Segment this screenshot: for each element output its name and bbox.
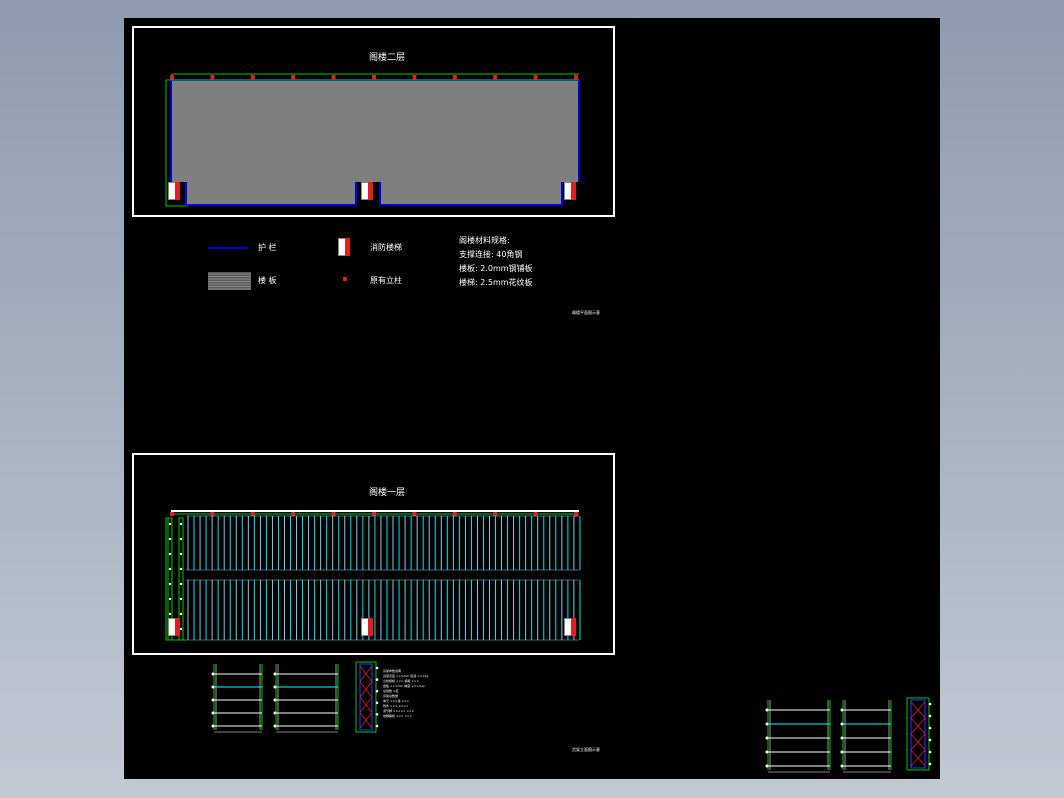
walkway-marker xyxy=(179,567,183,571)
rack-side-view-right-frame xyxy=(906,697,930,771)
column-marker xyxy=(210,75,215,80)
legend-stairs-icon xyxy=(338,238,350,256)
walkway-marker xyxy=(168,597,172,601)
rack-elevation-b-node xyxy=(273,724,277,728)
rack-elevation-b-node xyxy=(273,698,277,702)
materials-line: 楼板: 2.0mm钢铺板 xyxy=(459,264,533,273)
column-marker xyxy=(331,512,336,516)
rack-side-view-right-node xyxy=(928,726,932,730)
column-marker xyxy=(170,75,174,80)
rack-elevation-a-node xyxy=(211,711,215,715)
walkway-marker xyxy=(168,552,172,556)
rack-elevation-c-node xyxy=(765,722,769,726)
rack-elevation-c-node xyxy=(765,708,769,712)
column-marker xyxy=(372,512,376,516)
rack-side-view-node xyxy=(375,689,379,693)
upper-floor-board xyxy=(186,182,356,205)
rack-side-view-node xyxy=(375,678,379,681)
column-marker xyxy=(250,75,255,80)
walkway-marker xyxy=(179,522,183,526)
rack-side-view-node xyxy=(375,701,379,705)
rack-side-view-right-node xyxy=(928,762,932,766)
materials-line: 支撑连接: 40角钢 xyxy=(459,250,523,259)
walkway-marker xyxy=(179,597,183,601)
walkway-marker xyxy=(179,612,183,616)
rack-side-view-node xyxy=(375,713,379,716)
column-marker xyxy=(250,512,255,516)
column-marker xyxy=(533,75,538,80)
rack-elevation-a-node xyxy=(211,672,215,676)
column-marker xyxy=(493,75,498,80)
stairs-lower-left xyxy=(168,618,180,636)
rack-elevation-b-node xyxy=(273,685,277,689)
rack-side-view-node xyxy=(375,724,379,728)
materials-line: 楼梯: 2.5mm花纹板 xyxy=(459,278,533,287)
stairs-upper-left xyxy=(168,182,180,200)
rack-elevation-c-node xyxy=(765,764,769,768)
walkway-marker xyxy=(179,627,183,631)
rack-side-view-node xyxy=(375,666,379,670)
materials-heading: 阁楼材料规格: xyxy=(459,236,510,245)
column-marker xyxy=(412,512,417,516)
walkway-marker xyxy=(168,537,172,541)
column-marker xyxy=(210,512,215,516)
rack-side-view-right-node xyxy=(928,738,932,742)
column-marker xyxy=(574,75,578,80)
legend-guardrail-label: 护 栏 xyxy=(258,243,277,252)
column-marker xyxy=(291,75,296,80)
walkway-marker xyxy=(168,567,172,571)
walkway-marker xyxy=(168,522,172,526)
rack-elevation-d-node xyxy=(840,736,844,740)
rack-elevation-c-node xyxy=(765,736,769,740)
sheet-note-lower: 货架立面图示意 xyxy=(572,747,600,752)
column-marker xyxy=(170,512,174,516)
rack-side-view-right-node xyxy=(928,702,932,706)
rack-elevation-d-node xyxy=(840,722,844,726)
walkway-marker xyxy=(168,612,172,616)
column-marker xyxy=(533,512,538,516)
drawing-canvas[interactable]: 阁楼二层 阁楼一层 护 栏 楼 板 消防楼梯 原有立柱 阁楼材料规格: 支撑连接… xyxy=(124,18,940,779)
rack-elevation-a-node xyxy=(211,698,215,702)
column-marker xyxy=(372,75,376,80)
stairs-upper-middle xyxy=(361,182,373,200)
rack-elevation-b-node xyxy=(273,672,277,676)
rack-elevation-a-node xyxy=(211,685,215,689)
rack-elevation-d-node xyxy=(840,708,844,712)
rack-elevation-d-node xyxy=(840,764,844,768)
cad-drawing xyxy=(165,73,932,773)
walkway-marker xyxy=(179,537,183,541)
column-marker xyxy=(452,75,457,80)
rack-elevation-d-node xyxy=(840,750,844,754)
detail-notes: 货架参数说明 货架高度 ×××mm 层载 ×××kg 立柱规格 ××× 横梁 ×… xyxy=(383,669,428,719)
column-marker xyxy=(452,512,457,516)
stairs-lower-middle xyxy=(361,618,373,636)
column-marker xyxy=(331,75,336,80)
walkway-marker xyxy=(179,582,183,586)
rack-side-view-right-node xyxy=(928,714,932,718)
rack-elevation-a-node xyxy=(211,724,215,728)
rack-elevation-c-node xyxy=(765,750,769,754)
legend-stairs-label: 消防楼梯 xyxy=(370,243,402,252)
legend-column-icon xyxy=(343,277,347,281)
detail-note: 地脚螺栓 ××× ××× xyxy=(383,714,412,718)
stairs-upper-right xyxy=(564,182,576,200)
column-marker xyxy=(574,512,578,516)
legend-floor-board-icon xyxy=(208,272,251,290)
upper-floor-board xyxy=(171,80,579,182)
sheet-note-upper: 阁楼平面图示意 xyxy=(572,310,600,315)
column-marker xyxy=(493,512,498,516)
upper-floor-board xyxy=(380,182,562,205)
walkway-marker xyxy=(168,582,172,586)
rack-elevation-b-node xyxy=(273,711,277,715)
walkway-marker xyxy=(179,552,183,556)
materials-note: 阁楼材料规格: 支撑连接: 40角钢 楼板: 2.0mm钢铺板 楼梯: 2.5m… xyxy=(459,234,533,290)
column-marker xyxy=(412,75,417,80)
rack-side-view-frame xyxy=(355,661,377,733)
stairs-lower-right xyxy=(564,618,576,636)
legend-column-label: 原有立柱 xyxy=(370,276,402,285)
column-marker xyxy=(291,512,296,516)
legend-floor-board-label: 楼 板 xyxy=(258,276,277,285)
rack-side-view-right-node xyxy=(928,750,932,754)
